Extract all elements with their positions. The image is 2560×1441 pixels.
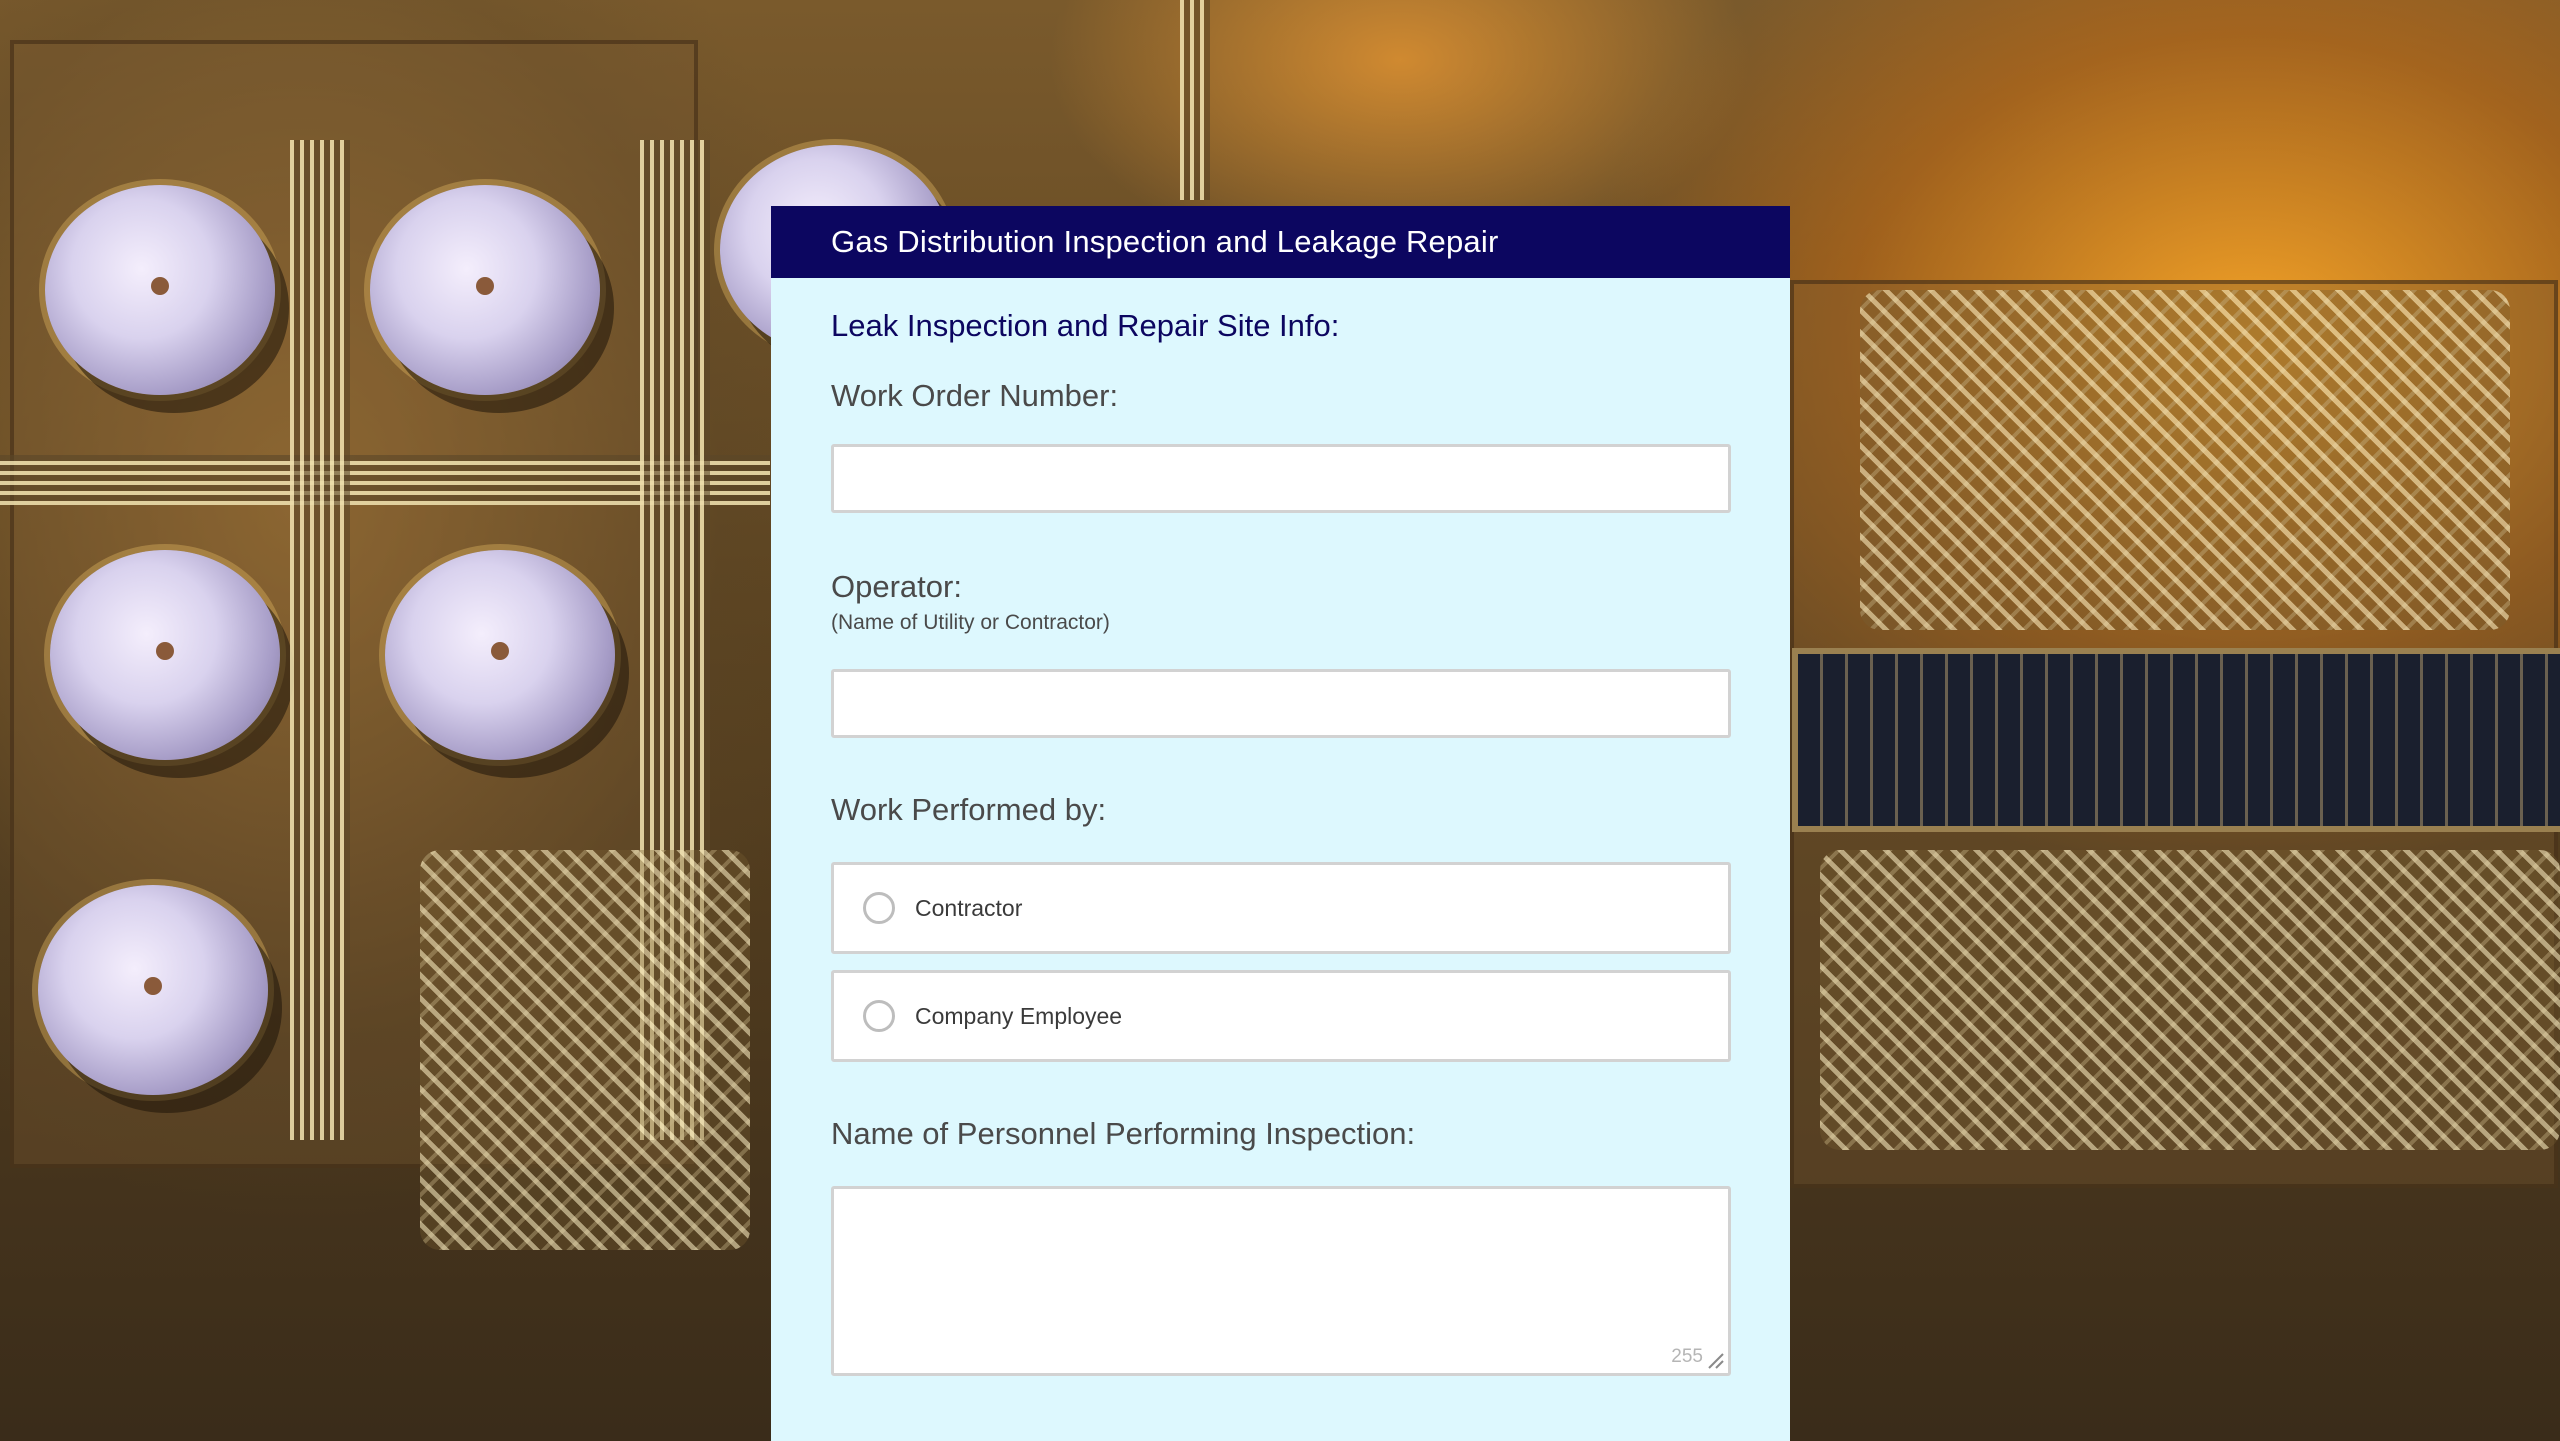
personnel-name-label: Name of Personnel Performing Inspection: [831,1116,1416,1151]
radio-label-contractor: Contractor [915,894,1023,921]
work-order-label: Work Order Number: [831,378,1119,413]
refinery-machinery [1820,850,2560,1150]
storage-tank [385,550,615,760]
storage-tank [370,185,600,395]
work-performed-by-label: Work Performed by: [831,792,1107,827]
form-body: Leak Inspection and Repair Site Info: Wo… [771,308,1790,1376]
operator-label: Operator: [831,569,962,604]
storage-tank [38,885,268,1095]
radio-label-company-employee: Company Employee [915,1002,1123,1029]
operator-input[interactable] [831,669,1731,738]
form-header: Gas Distribution Inspection and Leakage … [771,206,1790,278]
form-title: Gas Distribution Inspection and Leakage … [831,224,1499,259]
cooling-tower-panels [1792,648,2560,832]
inspection-form: Gas Distribution Inspection and Leakage … [771,206,1790,1441]
storage-tank [45,185,275,395]
radio-circle-icon[interactable] [863,892,895,924]
resize-handle-icon[interactable] [1705,1350,1725,1370]
personnel-name-textarea-wrap: 255 [831,1186,1731,1376]
section-title: Leak Inspection and Repair Site Info: [831,308,1340,343]
personnel-name-textarea[interactable] [831,1186,1731,1376]
pipe-rack [290,140,350,1140]
storage-tank [50,550,280,760]
radio-circle-icon[interactable] [863,1000,895,1032]
refinery-machinery [1860,290,2510,630]
char-count: 255 [1671,1346,1703,1367]
radio-option-contractor[interactable]: Contractor [831,862,1731,954]
operator-sublabel: (Name of Utility or Contractor) [831,611,1110,634]
radio-option-company-employee[interactable]: Company Employee [831,970,1731,1062]
pipe-rack [1180,0,1210,200]
refinery-machinery [420,850,750,1250]
work-order-input[interactable] [831,444,1731,513]
